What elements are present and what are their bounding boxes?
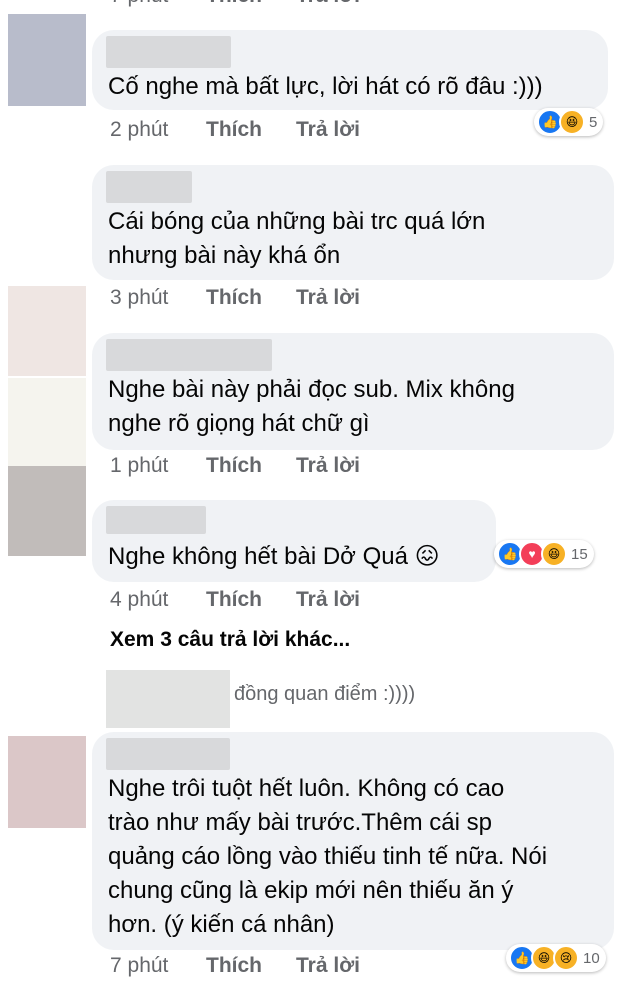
like-link[interactable]: Thích xyxy=(206,0,296,14)
top-partial-actions: 7 phút Thích Trả lời xyxy=(110,0,360,14)
comment-time: 1 phút xyxy=(110,454,169,477)
comment-bubble: Nghe không hết bài Dở Quá 😖 xyxy=(92,500,496,582)
haha-icon: 😆 xyxy=(541,541,567,567)
reply-link[interactable]: Trả lời xyxy=(296,118,360,148)
comment-time: 7 phút xyxy=(110,954,169,977)
comment-time: 2 phút xyxy=(110,118,169,141)
commenter-name[interactable] xyxy=(106,738,230,770)
reply-link[interactable]: Trả lời xyxy=(296,588,360,618)
comment-actions: 1 phút Thích Trả lời xyxy=(110,454,360,484)
avatar[interactable] xyxy=(8,466,86,556)
comment-actions: 4 phút Thích Trả lời xyxy=(110,588,360,618)
reaction-count: 15 xyxy=(571,545,588,563)
reaction-count: 10 xyxy=(583,949,600,967)
comment-bubble: Cái bóng của những bài trc quá lớn nhưng… xyxy=(92,165,614,280)
see-more-replies-link[interactable]: Xem 3 câu trả lời khác... xyxy=(110,628,350,652)
like-link[interactable]: Thích xyxy=(206,454,296,484)
comment-time: 3 phút xyxy=(110,286,169,309)
avatar[interactable] xyxy=(8,14,86,106)
like-link[interactable]: Thích xyxy=(206,588,296,618)
reaction-summary[interactable]: 👍 ♥ 😆 15 xyxy=(494,540,594,568)
commenter-name[interactable] xyxy=(106,506,206,534)
reply-avatar[interactable] xyxy=(106,670,230,728)
comment-text: Nghe bài này phải đọc sub. Mix không ngh… xyxy=(108,376,515,437)
reaction-count: 5 xyxy=(589,113,598,131)
comment-bubble: Nghe bài này phải đọc sub. Mix không ngh… xyxy=(92,333,614,450)
commenter-name[interactable] xyxy=(106,36,231,68)
avatar[interactable] xyxy=(8,286,86,376)
like-link[interactable]: Thích xyxy=(206,118,296,148)
comment-text: Nghe không hết bài Dở Quá 😖 xyxy=(108,543,440,570)
reply-link[interactable]: Trả lời xyxy=(296,454,360,484)
like-link[interactable]: Thích xyxy=(206,954,296,984)
commenter-name[interactable] xyxy=(106,171,192,203)
like-link[interactable]: Thích xyxy=(206,286,296,316)
reply-link[interactable]: Trả lời xyxy=(296,286,360,316)
comment-actions: 3 phút Thích Trả lời xyxy=(110,286,360,316)
reply-link[interactable]: Trả lời xyxy=(296,954,360,984)
avatar[interactable] xyxy=(8,378,86,466)
haha-icon: 😆 xyxy=(559,109,585,135)
comment-text: Cố nghe mà bất lực, lời hát có rõ đâu :)… xyxy=(108,73,543,100)
comment-text: Nghe trôi tuột hết luôn. Không có cao tr… xyxy=(108,775,548,938)
comment-time: 7 phút xyxy=(110,0,206,14)
comment-bubble: Nghe trôi tuột hết luôn. Không có cao tr… xyxy=(92,732,614,950)
reply-preview-text: đồng quan điểm :)))) xyxy=(234,683,416,705)
reaction-summary[interactable]: 👍 😆 5 xyxy=(534,108,604,136)
comment-bubble: Cố nghe mà bất lực, lời hát có rõ đâu :)… xyxy=(92,30,608,110)
comment-actions: 2 phút Thích Trả lời xyxy=(110,118,360,148)
comment-time: 4 phút xyxy=(110,588,169,611)
sad-icon: 😢 xyxy=(553,945,579,971)
reaction-summary[interactable]: 👍 😆 😢 10 xyxy=(506,944,606,972)
comment-actions: 7 phút Thích Trả lời xyxy=(110,954,360,984)
avatar[interactable] xyxy=(8,736,86,828)
commenter-name[interactable] xyxy=(106,339,272,371)
comment-text: Cái bóng của những bài trc quá lớn nhưng… xyxy=(108,208,486,269)
reply-link[interactable]: Trả lời xyxy=(296,0,360,14)
